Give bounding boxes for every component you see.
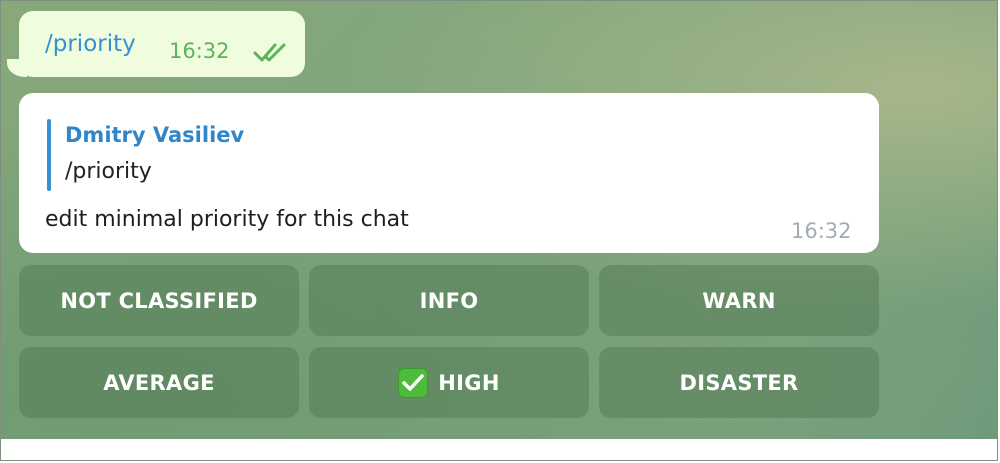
incoming-message-text: edit minimal priority for this chat: [45, 207, 409, 232]
incoming-message-time: 16:32: [791, 219, 852, 243]
keyboard-button-label: WARN: [702, 288, 776, 313]
keyboard-button-label: INFO: [419, 288, 479, 313]
keyboard-button-not-classified[interactable]: NOT CLASSIFIED: [19, 265, 299, 336]
chat-window: /priority 16:32 Dmitry Vasiliev /priorit…: [0, 0, 998, 461]
keyboard-button-disaster[interactable]: DISASTER: [599, 347, 879, 418]
keyboard-button-high[interactable]: HIGH: [309, 347, 589, 418]
keyboard-button-label: HIGH: [438, 370, 500, 395]
double-check-icon: [253, 41, 291, 63]
check-mark-button-icon: [398, 367, 429, 398]
reply-author-name[interactable]: Dmitry Vasiliev: [65, 123, 244, 147]
keyboard-button-warn[interactable]: WARN: [599, 265, 879, 336]
reply-quote-text[interactable]: /priority: [65, 159, 152, 184]
keyboard-button-average[interactable]: AVERAGE: [19, 347, 299, 418]
reply-quote-bar: [47, 119, 51, 191]
bottom-bar: [1, 439, 997, 460]
keyboard-button-label: NOT CLASSIFIED: [60, 288, 258, 313]
outgoing-message-text[interactable]: /priority: [45, 31, 136, 57]
keyboard-button-label: AVERAGE: [103, 370, 215, 395]
keyboard-button-label: DISASTER: [679, 370, 799, 395]
outgoing-message-time: 16:32: [169, 39, 230, 63]
keyboard-button-info[interactable]: INFO: [309, 265, 589, 336]
